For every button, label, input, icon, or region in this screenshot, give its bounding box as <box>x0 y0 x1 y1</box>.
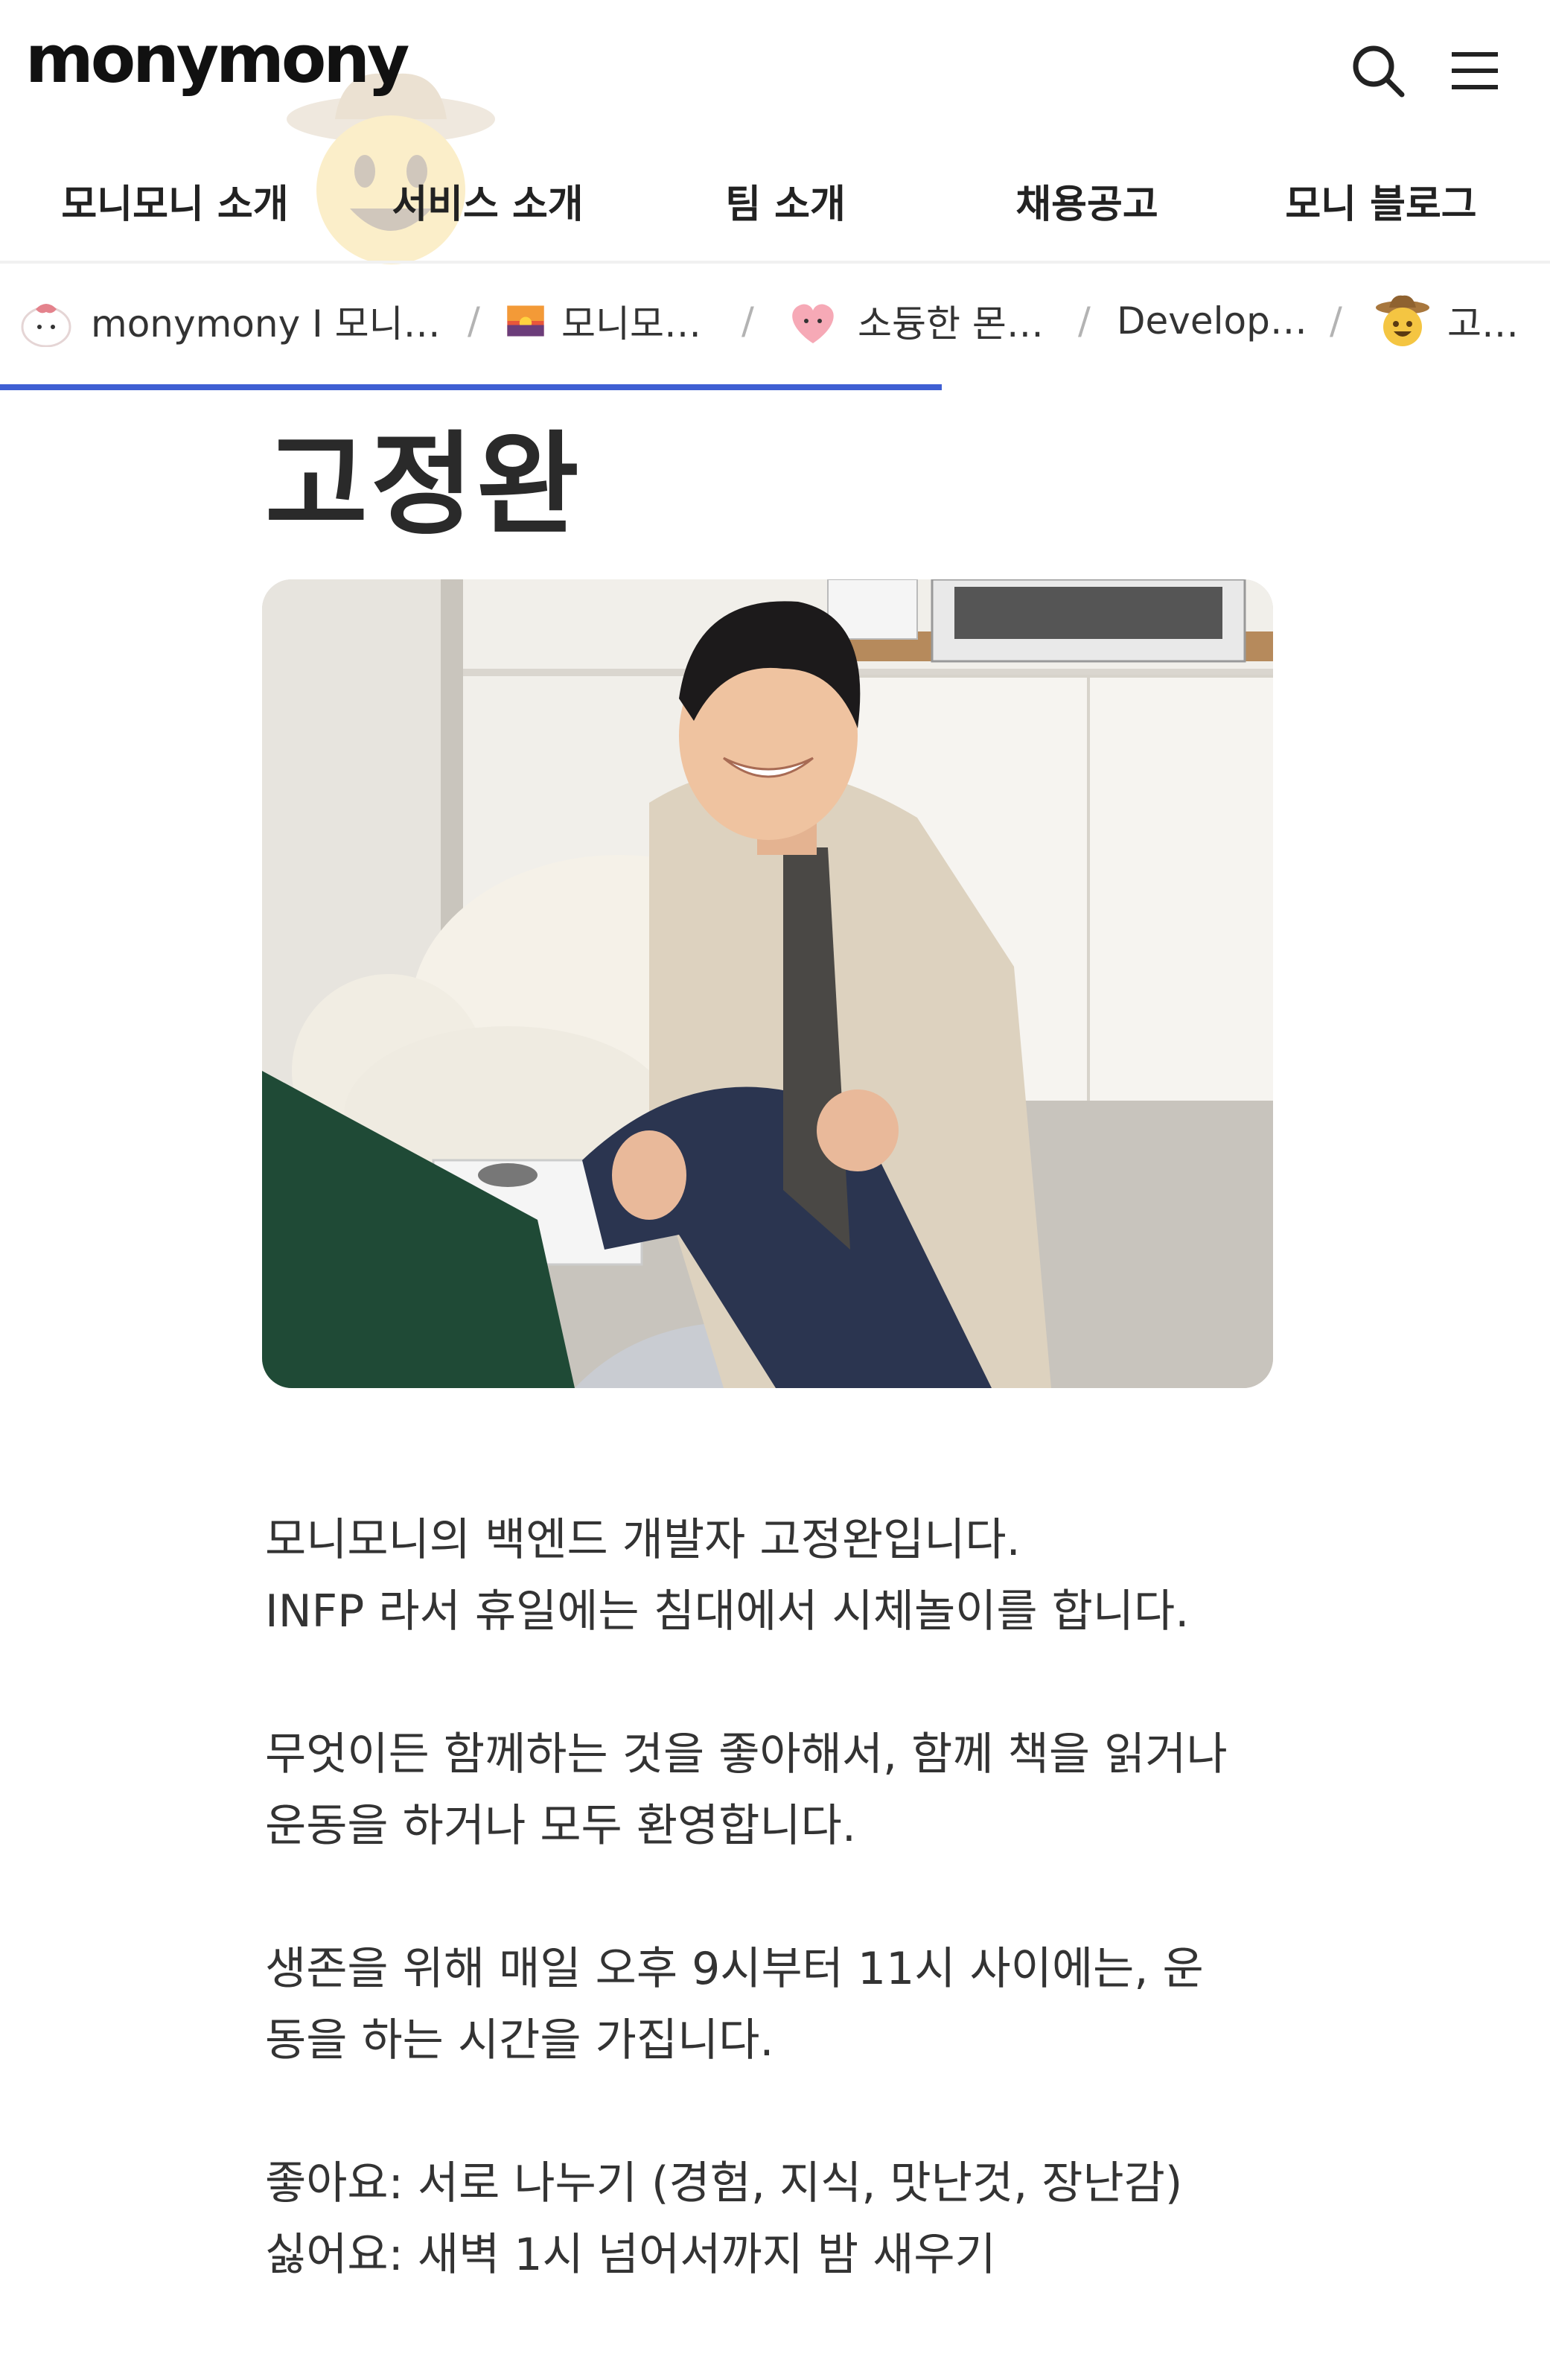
paragraph-intro: 모니모니의 백엔드 개발자 고정완입니다. INFP 라서 휴일에는 침대에서 … <box>265 1514 1190 1638</box>
breadcrumb-item-home[interactable]: monymony I 모니… <box>18 295 450 347</box>
breadcrumb: monymony I 모니… / 모니모… / 소듕한 몬… / Develop… <box>0 280 1550 362</box>
brand-logo[interactable]: monymony <box>25 21 409 98</box>
nav-item-team[interactable]: 팀 소개 <box>700 171 871 238</box>
reading-progress-fill <box>0 384 943 390</box>
paragraph-exercise: 생존을 위해 매일 오후 9시부터 11시 사이에는, 운 동을 하는 시간을 … <box>265 1943 1204 2066</box>
profile-photo <box>262 579 1273 1388</box>
breadcrumb-item-current[interactable]: 고… <box>1374 295 1546 347</box>
breadcrumb-item-category[interactable]: 모니모… <box>506 295 730 347</box>
breadcrumb-separator: / <box>1330 299 1342 343</box>
main-nav: 모니모니 소개 서비스 소개 팀 소개 채용공고 모니 블로그 <box>0 171 1550 238</box>
nav-item-blog[interactable]: 모니 블로그 <box>1266 171 1496 238</box>
breadcrumb-separator: / <box>741 299 754 343</box>
sunset-icon <box>507 305 544 337</box>
nav-item-careers[interactable]: 채용공고 <box>994 171 1180 238</box>
breadcrumb-label: monymony I 모니… <box>91 302 441 346</box>
nav-item-service[interactable]: 서비스 소개 <box>372 171 603 238</box>
breadcrumb-separator: / <box>468 299 480 343</box>
cowboy-smile-icon <box>1376 295 1429 346</box>
breadcrumb-separator: / <box>1078 299 1091 343</box>
breadcrumb-item-develop[interactable]: Develop… <box>1117 295 1318 347</box>
header-divider <box>0 261 1550 264</box>
breadcrumb-label: 모니모… <box>561 302 701 346</box>
paragraph-likes-dislikes: 좋아요: 서로 나누기 (경험, 지식, 맛난것, 장난감) 싫어요: 새벽 1… <box>265 2157 1183 2281</box>
article-body: 모니모니의 백엔드 개발자 고정완입니다. INFP 라서 휴일에는 침대에서 … <box>265 1504 1307 2362</box>
paragraph-together: 무엇이든 함께하는 것을 좋아해서, 함께 책을 읽거나 운동을 하거나 모두 … <box>265 1728 1228 1852</box>
pink-face-icon <box>792 304 834 343</box>
search-icon <box>1353 45 1405 98</box>
breadcrumb-label: 소듕한 몬… <box>858 302 1044 346</box>
page-title: 고정완 <box>265 421 583 550</box>
breadcrumb-label: Develop… <box>1117 299 1307 343</box>
breadcrumb-item-team[interactable]: 소듕한 몬… <box>785 295 1068 347</box>
breadcrumb-label: 고… <box>1447 302 1519 346</box>
search-button[interactable] <box>1345 37 1412 104</box>
hamburger-menu-icon <box>1452 52 1498 89</box>
menu-button[interactable] <box>1441 37 1508 104</box>
reading-progress-bar <box>0 384 1550 390</box>
nav-item-about[interactable]: 모니모니 소개 <box>52 171 298 238</box>
page: monymony 모니모니 소개 서비스 소개 팀 소개 채용공고 모니 블로그 <box>0 0 1550 2380</box>
cat-character-icon <box>21 304 71 347</box>
site-header: monymony 모니모니 소개 서비스 소개 팀 소개 채용공고 모니 블로그 <box>0 0 1550 268</box>
